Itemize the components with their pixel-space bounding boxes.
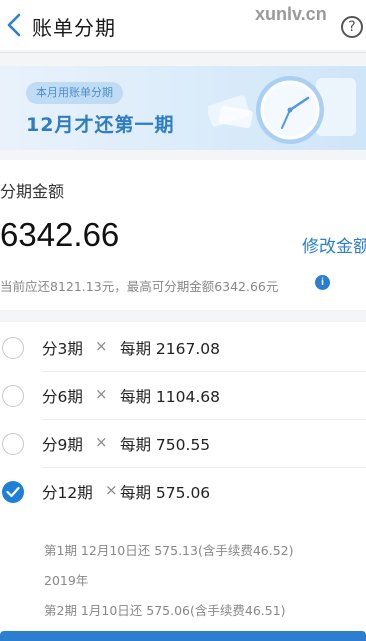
radio-unchecked-icon[interactable]	[2, 385, 24, 407]
watermark-text: xunlv.cn	[255, 4, 327, 24]
option-per-period: 每期 1104.68	[120, 388, 221, 406]
times-icon: ×	[95, 385, 108, 403]
confirm-button[interactable]	[0, 631, 366, 641]
page-title: 账单分期	[32, 16, 116, 40]
option-3-periods[interactable]: 分3期 × 每期 2167.08	[0, 324, 366, 372]
times-icon: ×	[95, 433, 108, 451]
schedule-row: 第1期 12月10日还 575.13(含手续费46.52)	[44, 543, 294, 558]
banner-pill: 本月用账单分期	[26, 82, 123, 104]
installment-amount[interactable]: 6342.66	[0, 216, 119, 254]
promo-banner[interactable]: 本月用账单分期 12月才还第一期	[0, 66, 366, 150]
header-divider	[0, 52, 366, 53]
option-per-period: 每期 750.55	[120, 436, 211, 454]
installment-options: 分3期 × 每期 2167.08 分6期 × 每期 1104.68 分9期 × …	[0, 322, 366, 641]
schedule-row: 第2期 1月10日还 575.06(含手续费46.51)	[44, 603, 286, 618]
amount-hint: 当前应还8121.13元，最高可分期金额6342.66元	[0, 279, 279, 294]
calendar-clock-icon	[208, 76, 356, 144]
help-icon[interactable]: ?	[341, 16, 363, 38]
checkmark-icon	[6, 486, 20, 498]
top-bar: 账单分期 xunlv.cn ?	[0, 0, 366, 50]
amount-card: 分期金额 6342.66 修改金额 当前应还8121.13元，最高可分期金额63…	[0, 160, 366, 310]
option-term: 分9期	[42, 436, 83, 454]
option-term: 分3期	[42, 340, 83, 358]
option-6-periods[interactable]: 分6期 × 每期 1104.68	[0, 372, 366, 420]
option-9-periods[interactable]: 分9期 × 每期 750.55	[0, 420, 366, 468]
banner-headline: 12月才还第一期	[26, 114, 175, 136]
amount-label: 分期金额	[0, 182, 65, 201]
back-arrow-icon[interactable]	[4, 12, 26, 38]
radio-unchecked-icon[interactable]	[2, 433, 24, 455]
option-per-period: 每期 2167.08	[120, 340, 221, 358]
times-icon: ×	[105, 481, 118, 499]
radio-checked-icon[interactable]	[2, 481, 24, 503]
option-term: 分12期	[42, 484, 93, 502]
option-term: 分6期	[42, 388, 83, 406]
option-per-period: 每期 575.06	[120, 484, 211, 502]
modify-amount-link[interactable]: 修改金额	[302, 232, 366, 257]
radio-unchecked-icon[interactable]	[2, 337, 24, 359]
schedule-year: 2019年	[44, 573, 89, 588]
option-12-periods[interactable]: 分12期 × 每期 575.06	[0, 468, 366, 516]
info-icon[interactable]: i	[315, 275, 330, 290]
times-icon: ×	[95, 337, 108, 355]
